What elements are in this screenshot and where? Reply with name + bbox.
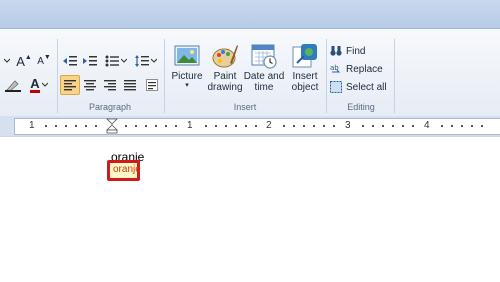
paragraph-icon (146, 79, 158, 91)
justify-icon (124, 79, 136, 90)
increase-indent-button[interactable] (80, 51, 100, 71)
align-right-icon (104, 79, 116, 90)
decrease-indent-icon (63, 56, 77, 66)
group-separator (394, 39, 395, 113)
chevron-down-icon (151, 58, 157, 63)
paint-drawing-button[interactable]: Paint drawing (205, 39, 245, 107)
ribbon: A ▲ A ▼ A Paragraph Picture ▾ Paint draw… (0, 28, 500, 118)
replace-button[interactable]: ab Replace (330, 61, 383, 77)
highlight-color-button[interactable] (2, 75, 24, 95)
chevron-down-icon (121, 58, 127, 63)
shrink-arrow-icon: ▼ (43, 53, 51, 61)
align-left-button[interactable] (60, 75, 80, 95)
font-group: A ▲ A ▼ A (0, 35, 56, 115)
picture-icon (174, 45, 200, 66)
maximize-button[interactable] (412, 0, 456, 20)
paragraph-settings-button[interactable] (142, 75, 162, 95)
document-area[interactable]: oranje (0, 136, 500, 282)
ruler-label: 1 (29, 120, 35, 131)
grow-font-button[interactable]: A ▲ (14, 51, 34, 71)
font-color-button[interactable]: A (26, 75, 52, 95)
ruler[interactable]: 1 1 2 3 4 (14, 118, 500, 135)
picture-button[interactable]: Picture ▾ (167, 39, 207, 107)
font-size-dropdown[interactable] (2, 51, 12, 71)
calendar-clock-icon (251, 44, 277, 69)
ruler-label: 3 (345, 120, 351, 131)
increase-indent-icon (83, 56, 97, 66)
autocomplete-text: oranje (113, 164, 141, 175)
title-bar (0, 0, 500, 28)
editing-group-label: Editing (347, 102, 375, 112)
align-center-button[interactable] (80, 75, 100, 95)
close-button[interactable] (456, 0, 500, 20)
paint-palette-icon (212, 45, 238, 68)
replace-icon: ab (330, 64, 341, 73)
justify-button[interactable] (120, 75, 140, 95)
paragraph-group: Paragraph (58, 35, 162, 115)
editing-group: Find ab Replace Select all Editing (330, 35, 392, 115)
align-center-icon (84, 79, 96, 90)
minimize-button[interactable] (368, 0, 412, 20)
ruler-label: 2 (266, 120, 272, 131)
insert-group-label: Insert (233, 102, 257, 112)
insert-object-button[interactable]: Insert object (285, 39, 325, 107)
paragraph-group-label: Paragraph (88, 102, 132, 112)
ruler-label: 1 (187, 120, 193, 131)
chevron-down-icon (41, 82, 48, 87)
indent-marker-icon[interactable] (106, 118, 118, 134)
chevron-down-icon (4, 58, 10, 63)
shrink-font-button[interactable]: A ▼ (34, 51, 54, 71)
insert-group: Picture ▾ Paint drawing Date and time In… (165, 35, 325, 115)
insert-object-icon (292, 44, 317, 68)
line-spacing-icon (135, 55, 149, 67)
align-left-icon (64, 79, 76, 90)
bullet-list-icon (105, 55, 119, 67)
highlighter-icon (5, 80, 21, 92)
line-spacing-button[interactable] (132, 51, 160, 71)
chevron-down-icon: ▾ (185, 82, 189, 89)
ruler-bar: 1 1 2 3 4 (0, 116, 500, 136)
bullets-button[interactable] (102, 51, 130, 71)
select-all-icon (330, 81, 342, 93)
select-all-button[interactable]: Select all (330, 79, 387, 95)
date-and-time-button[interactable]: Date and time (243, 39, 285, 107)
decrease-indent-button[interactable] (60, 51, 80, 71)
align-right-button[interactable] (100, 75, 120, 95)
group-separator (326, 39, 327, 113)
ruler-label: 4 (424, 120, 430, 131)
binoculars-icon (330, 46, 342, 56)
find-button[interactable]: Find (330, 43, 365, 59)
grow-arrow-icon: ▲ (24, 53, 32, 61)
autocomplete-suggestion[interactable]: oranje (107, 160, 141, 181)
